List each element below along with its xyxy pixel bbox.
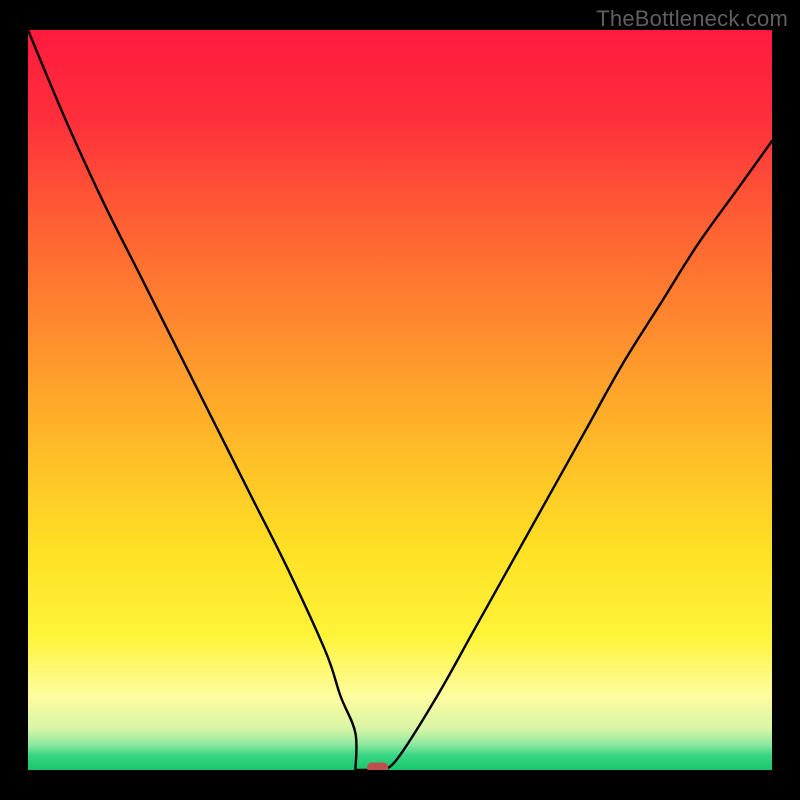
- plot-area: [28, 30, 772, 770]
- watermark-text: TheBottleneck.com: [596, 6, 788, 32]
- optimum-marker: [368, 763, 388, 770]
- plot-svg: [28, 30, 772, 770]
- chart-frame: TheBottleneck.com: [0, 0, 800, 800]
- gradient-background: [28, 30, 772, 770]
